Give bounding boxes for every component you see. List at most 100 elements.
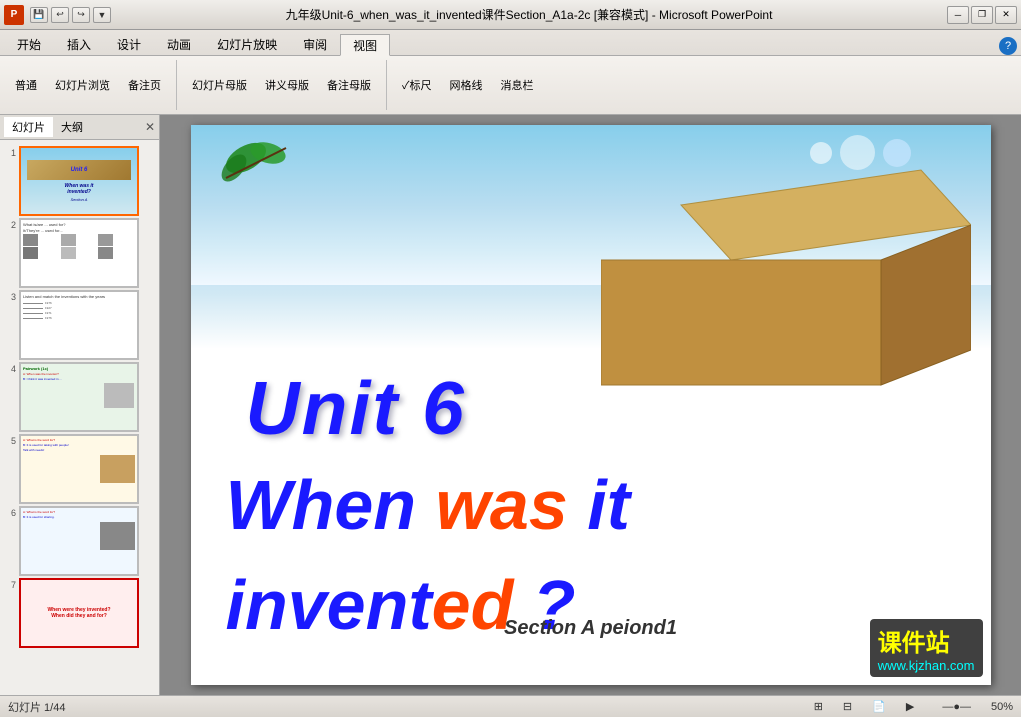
- title-bar-left: P 💾 ↩ ↪ ▼: [4, 5, 111, 25]
- zoom-value: 50%: [991, 701, 1013, 713]
- tab-review[interactable]: 审阅: [290, 33, 340, 55]
- sidebar-close-button[interactable]: ✕: [145, 120, 155, 134]
- redo-button[interactable]: ↪: [72, 7, 90, 23]
- tab-insert[interactable]: 插入: [54, 33, 104, 55]
- mini-s3-r2: 1927: [45, 306, 52, 310]
- close-button[interactable]: ✕: [995, 6, 1017, 24]
- tab-slideshow[interactable]: 幻灯片放映: [204, 33, 290, 55]
- mini-s1-unit: Unit 6: [71, 167, 88, 173]
- slide-img-5[interactable]: A: What is the word for? B: It is used f…: [19, 434, 139, 504]
- when-text: When: [226, 466, 436, 544]
- slide-thumbnail-7[interactable]: 7 When were they invented?When did they …: [4, 578, 155, 648]
- slide-thumbnail-3[interactable]: 3 Listen and match the inventions with t…: [4, 290, 155, 360]
- unit6-heading: Unit 6: [246, 365, 466, 451]
- sidebar-tab-slides[interactable]: 幻灯片: [4, 117, 53, 137]
- invent-text: invent: [226, 566, 432, 644]
- slide-thumbnail-2[interactable]: 2 What is/are ... used for? It/They're .…: [4, 218, 155, 288]
- mini-s4-qa1: A: When was the inventor?: [23, 372, 135, 376]
- ribbon: 开始 插入 设计 动画 幻灯片放映 审阅 视图 ? 普通 幻灯片浏览 备注页 幻…: [0, 30, 1021, 115]
- ribbon-separator-2: [386, 60, 387, 110]
- slide-img-2[interactable]: What is/are ... used for? It/They're ...…: [19, 218, 139, 288]
- ribbon-cmd-4[interactable]: 幻灯片母版: [185, 74, 254, 96]
- leaf-decoration: [216, 133, 296, 193]
- mini-s2-grid: [23, 234, 135, 259]
- mini-s5-img: [100, 455, 135, 483]
- mini-s1-section: Section A: [71, 197, 88, 202]
- mini-s2-subtitle: It/They're ... used for...: [23, 228, 135, 233]
- slide-panel: 幻灯片 大纲 ✕ 1 Unit 6 When was it invented? …: [0, 115, 160, 695]
- ribbon-cmd-2[interactable]: 幻灯片浏览: [48, 74, 117, 96]
- main-area: 幻灯片 大纲 ✕ 1 Unit 6 When was it invented? …: [0, 115, 1021, 695]
- help-icon[interactable]: ?: [999, 37, 1017, 55]
- mini-s5-b1: B: It is used for taking with people!: [23, 443, 135, 447]
- customize-qat-button[interactable]: ▼: [93, 7, 111, 23]
- mini-s4-pairwork: Pairwork (1c): [23, 366, 135, 371]
- it-text: it: [568, 466, 630, 544]
- slide-num-4: 4: [4, 364, 16, 374]
- minimize-button[interactable]: ─: [947, 6, 969, 24]
- slide-img-3[interactable]: Listen and match the inventions with the…: [19, 290, 139, 360]
- mini-s1-invented: invented?: [67, 189, 91, 195]
- ribbon-cmd-1[interactable]: 普通: [8, 74, 44, 96]
- mini-s4-qa2: B: I think it was invented in ...: [23, 377, 135, 381]
- view-normal-icon[interactable]: ⊞: [814, 700, 823, 713]
- slide-thumbnail-4[interactable]: 4 Pairwork (1c) A: When was the inventor…: [4, 362, 155, 432]
- sidebar-tab-outline[interactable]: 大纲: [53, 117, 91, 137]
- slide-thumbnails[interactable]: 1 Unit 6 When was it invented? Section A…: [0, 140, 159, 695]
- mini-s5-b2: Talk with needs!: [23, 448, 135, 452]
- slide-img-6[interactable]: A: What is the word for? B: It is used f…: [19, 506, 139, 576]
- ribbon-cmd-9[interactable]: 消息栏: [494, 74, 541, 96]
- sidebar-header: 幻灯片 大纲 ✕: [0, 115, 159, 140]
- slide-thumbnail-6[interactable]: 6 A: What is the word for? B: It is used…: [4, 506, 155, 576]
- mini-s3-title: Listen and match the inventions with the…: [23, 294, 135, 299]
- slide-num-3: 3: [4, 292, 16, 302]
- undo-button[interactable]: ↩: [51, 7, 69, 23]
- slide-canvas-area[interactable]: Unit 6 When was it invented ? Section A …: [160, 115, 1021, 695]
- mini-s2-title: What is/are ... used for?: [23, 222, 135, 227]
- slide-img-1[interactable]: Unit 6 When was it invented? Section A: [19, 146, 139, 216]
- mini-s6-img: [100, 522, 135, 550]
- slide-num-7: 7: [4, 580, 16, 590]
- slide-num-2: 2: [4, 220, 16, 230]
- ribbon-commands: 普通 幻灯片浏览 备注页 幻灯片母版 讲义母版 备注母版 ✓标尺 网格线 消息栏: [0, 56, 1021, 114]
- mini-s5-a: A: What is the word for?: [23, 438, 135, 442]
- 3d-box: [601, 165, 971, 400]
- watermark: 课件站 www.kjzhan.com: [870, 619, 983, 677]
- tab-design[interactable]: 设计: [104, 33, 154, 55]
- ribbon-separator-1: [176, 60, 177, 110]
- slide-thumbnail-5[interactable]: 5 A: What is the word for? B: It is used…: [4, 434, 155, 504]
- ribbon-cmd-3[interactable]: 备注页: [121, 74, 168, 96]
- mini-s4-img: [104, 383, 134, 408]
- when-was-it-line: When was it: [226, 470, 631, 540]
- title-bar: P 💾 ↩ ↪ ▼ 九年级Unit-6_when_was_it_invented…: [0, 0, 1021, 30]
- circle-3: [883, 139, 911, 167]
- section-label: Section A peiond1: [504, 617, 677, 640]
- tab-start[interactable]: 开始: [4, 33, 54, 55]
- save-button[interactable]: 💾: [30, 7, 48, 23]
- mini-s7-content: When were they invented?When did they an…: [47, 607, 110, 619]
- view-reading-icon[interactable]: 📄: [872, 700, 886, 713]
- circle-1: [810, 142, 832, 164]
- slide-thumbnail-1[interactable]: 1 Unit 6 When was it invented? Section A: [4, 146, 155, 216]
- restore-button[interactable]: ❐: [971, 6, 993, 24]
- watermark-cn: 课件站: [878, 623, 975, 658]
- tab-animation[interactable]: 动画: [154, 33, 204, 55]
- ribbon-tabs: 开始 插入 设计 动画 幻灯片放映 审阅 视图 ?: [0, 30, 1021, 56]
- mini-s6-a: A: What is the word for?: [23, 510, 135, 514]
- zoom-label: —●—: [942, 701, 971, 713]
- ribbon-cmd-7[interactable]: ✓标尺: [395, 74, 439, 96]
- ribbon-cmd-6[interactable]: 备注母版: [320, 74, 378, 96]
- quick-access-toolbar: 💾 ↩ ↪ ▼: [30, 7, 111, 23]
- view-sorter-icon[interactable]: ⊟: [843, 700, 852, 713]
- ribbon-cmd-8[interactable]: 网格线: [443, 74, 490, 96]
- tab-view[interactable]: 视图: [340, 34, 390, 56]
- slide-img-7[interactable]: When were they invented?When did they an…: [19, 578, 139, 648]
- view-slideshow-icon[interactable]: ▶: [906, 700, 914, 713]
- slide-num-1: 1: [4, 148, 16, 158]
- slide-num-6: 6: [4, 508, 16, 518]
- ed-text: ed: [432, 566, 514, 644]
- slide-img-4[interactable]: Pairwork (1c) A: When was the inventor? …: [19, 362, 139, 432]
- ribbon-cmd-5[interactable]: 讲义母版: [258, 74, 316, 96]
- slide-canvas[interactable]: Unit 6 When was it invented ? Section A …: [191, 125, 991, 685]
- was-text: was: [435, 466, 567, 544]
